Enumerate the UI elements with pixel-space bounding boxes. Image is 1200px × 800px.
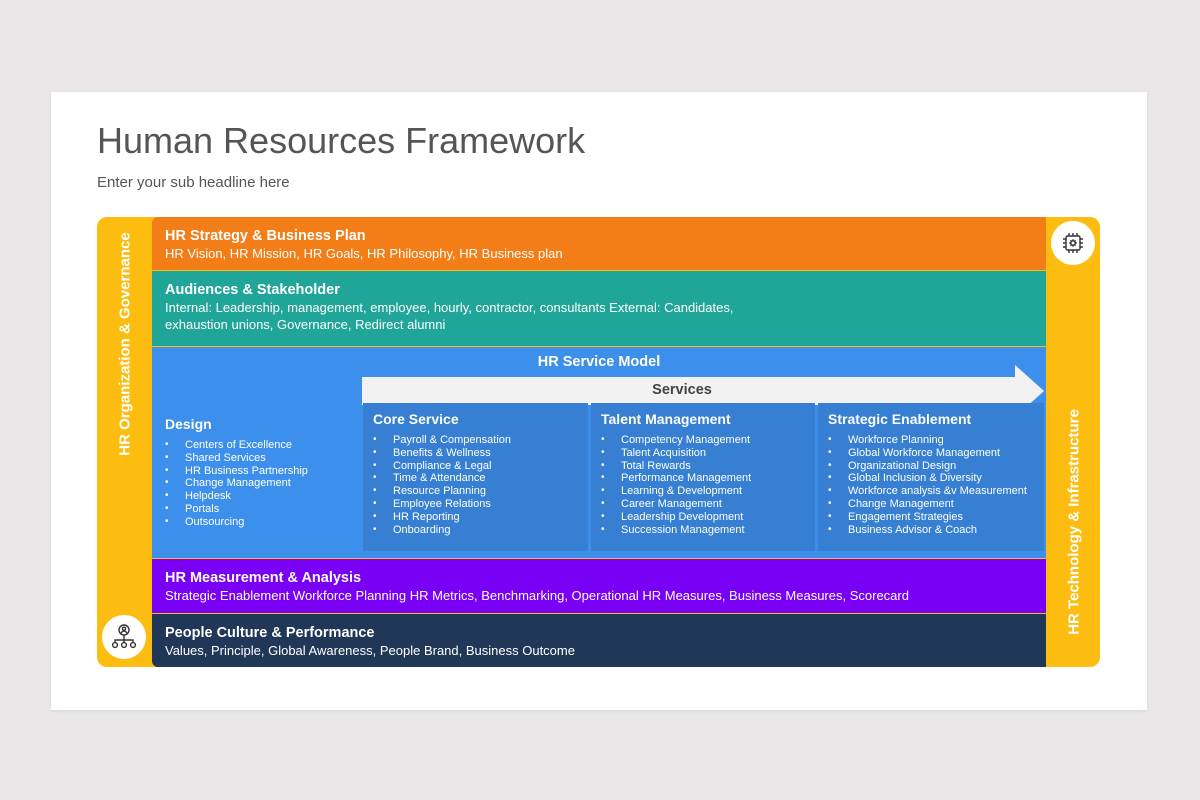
framework-frame: HR Organization & Governance HR Technolo… [97,217,1100,667]
band-audiences: Audiences & Stakeholder Internal: Leader… [152,271,1046,346]
band-measurement-title: HR Measurement & Analysis [165,570,362,586]
list-item: Change Management [828,498,1034,511]
band-culture-title: People Culture & Performance [165,625,375,641]
list-item: Career Management [601,498,805,511]
list-item: Learning & Development [601,485,805,498]
services-arrow-label: Services [652,382,712,398]
cpu-chip-gear-icon [1051,221,1095,265]
band-measurement-text: Strategic Enablement Workforce Planning … [165,588,909,603]
list-item: Performance Management [601,472,805,485]
list-item: Compliance & Legal [373,460,578,473]
list-item: Workforce analysis &v Measurement [828,485,1034,498]
talent-management-title: Talent Management [601,411,731,427]
strategic-enablement-title: Strategic Enablement [828,411,972,427]
band-audiences-title: Audiences & Stakeholder [165,282,340,298]
list-item: Total Rewards [601,460,805,473]
band-audiences-line2: exhaustion unions, Governance, Redirect … [165,317,446,332]
list-item: Shared Services [165,452,308,465]
list-item: Talent Acquisition [601,447,805,460]
list-item: Change Management [165,477,308,490]
list-item: Competency Management [601,434,805,447]
strategic-enablement-list: Workforce Planning Global Workforce Mana… [828,434,1034,536]
design-title: Design [165,416,212,432]
list-item: Engagement Strategies [828,511,1034,524]
list-item: Onboarding [373,524,578,537]
design-list: Centers of Excellence Shared Services HR… [165,439,308,529]
list-item: Centers of Excellence [165,439,308,452]
strategic-enablement-column: Strategic Enablement Workforce Planning … [818,403,1044,551]
org-chart-person-icon [102,615,146,659]
list-item: Payroll & Compensation [373,434,578,447]
talent-management-list: Competency Management Talent Acquisition… [601,434,805,536]
slide: Human Resources Framework Enter your sub… [51,92,1147,710]
list-item: Time & Attendance [373,472,578,485]
list-item: Resource Planning [373,485,578,498]
page-subtitle: Enter your sub headline here [97,174,290,191]
talent-management-column: Talent Management Competency Management … [591,403,815,551]
page-title: Human Resources Framework [97,120,586,161]
band-measurement: HR Measurement & Analysis Strategic Enab… [152,559,1046,613]
list-item: HR Reporting [373,511,578,524]
band-culture: People Culture & Performance Values, Pri… [152,614,1046,667]
list-item: Leadership Development [601,511,805,524]
side-label-governance: HR Organization & Governance [116,232,134,456]
band-audiences-line1: Internal: Leadership, management, employ… [165,300,734,315]
band-culture-text: Values, Principle, Global Awareness, Peo… [165,643,575,658]
list-item: Organizational Design [828,460,1034,473]
list-item: Business Advisor & Coach [828,524,1034,537]
list-item: Portals [165,503,308,516]
band-service-model: HR Service Model Services Design Centers… [152,347,1046,558]
band-strategy-text: HR Vision, HR Mission, HR Goals, HR Phil… [165,246,563,261]
list-item: Global Inclusion & Diversity [828,472,1034,485]
band-strategy: HR Strategy & Business Plan HR Vision, H… [152,217,1046,270]
list-item: Outsourcing [165,516,308,529]
list-item: Employee Relations [373,498,578,511]
list-item: Benefits & Wellness [373,447,578,460]
core-service-title: Core Service [373,411,459,427]
list-item: Helpdesk [165,490,308,503]
list-item: HR Business Partnership [165,465,308,478]
side-label-technology: HR Technology & Infrastructure [1065,409,1083,635]
core-service-list: Payroll & Compensation Benefits & Wellne… [373,434,578,536]
list-item: Succession Management [601,524,805,537]
list-item: Global Workforce Management [828,447,1034,460]
list-item: Workforce Planning [828,434,1034,447]
band-strategy-title: HR Strategy & Business Plan [165,228,366,244]
core-service-column: Core Service Payroll & Compensation Bene… [363,403,588,551]
